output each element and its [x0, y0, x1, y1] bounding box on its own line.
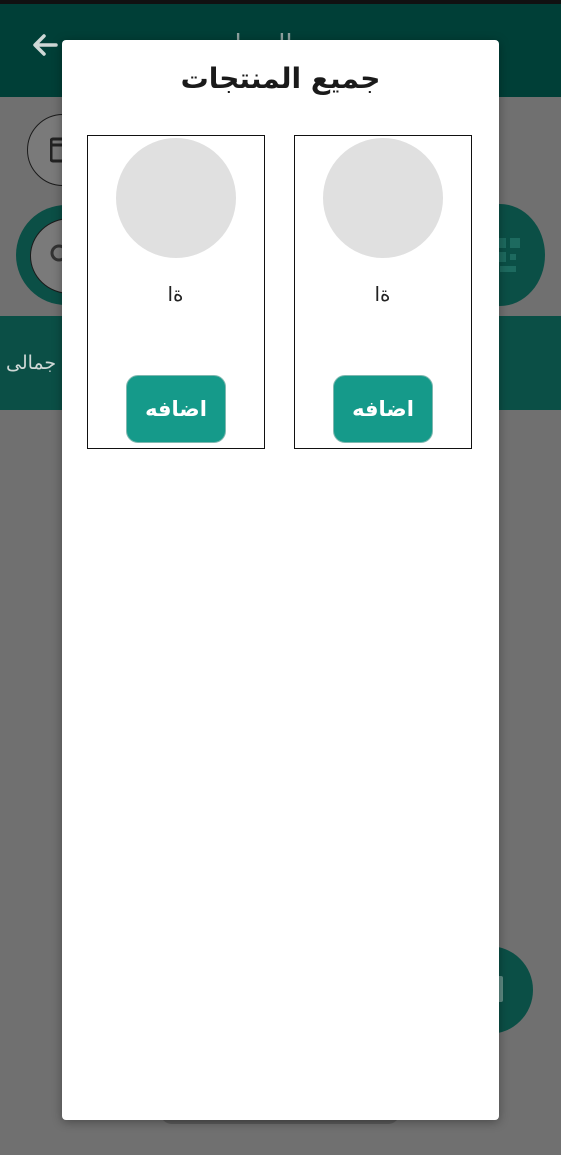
- total-label: جمالى: [6, 352, 57, 374]
- all-products-dialog: جميع المنتجات ةا اضافه ةا اضافه: [62, 40, 499, 1120]
- add-product-button[interactable]: اضافه: [126, 375, 226, 443]
- product-name: ةا: [167, 282, 184, 306]
- back-arrow-icon[interactable]: [28, 28, 62, 62]
- add-product-button[interactable]: اضافه: [333, 375, 433, 443]
- product-image-placeholder: [116, 138, 236, 258]
- qr-code-icon: [496, 238, 520, 272]
- product-image-placeholder: [323, 138, 443, 258]
- product-name: ةا: [374, 282, 391, 306]
- product-card: ةا اضافه: [294, 135, 472, 449]
- product-card: ةا اضافه: [87, 135, 265, 449]
- dialog-title: جميع المنتجات: [180, 62, 381, 95]
